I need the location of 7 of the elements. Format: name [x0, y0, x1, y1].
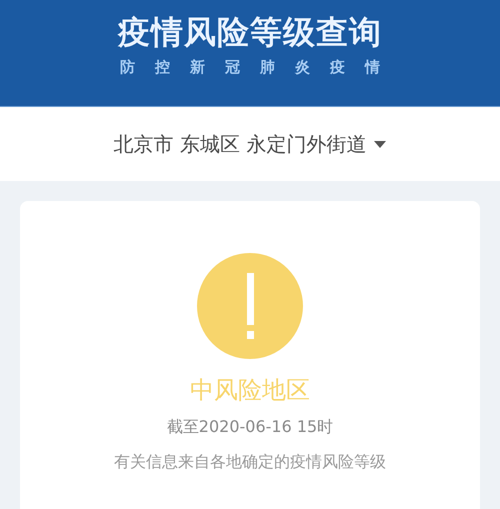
location-dropdown[interactable]: 北京市 东城区 永定门外街道	[114, 130, 386, 158]
caret-icon	[374, 140, 386, 148]
update-time: 截至2020-06-16 15时	[166, 417, 334, 438]
source-note: 有关信息来自各地确定的疫情风险等级	[114, 452, 386, 473]
risk-level: 中风险地区	[190, 375, 310, 406]
page-subtitle: 防控新冠肺炎疫情	[120, 58, 380, 77]
page-title: 疫情风险等级查询	[118, 12, 382, 52]
